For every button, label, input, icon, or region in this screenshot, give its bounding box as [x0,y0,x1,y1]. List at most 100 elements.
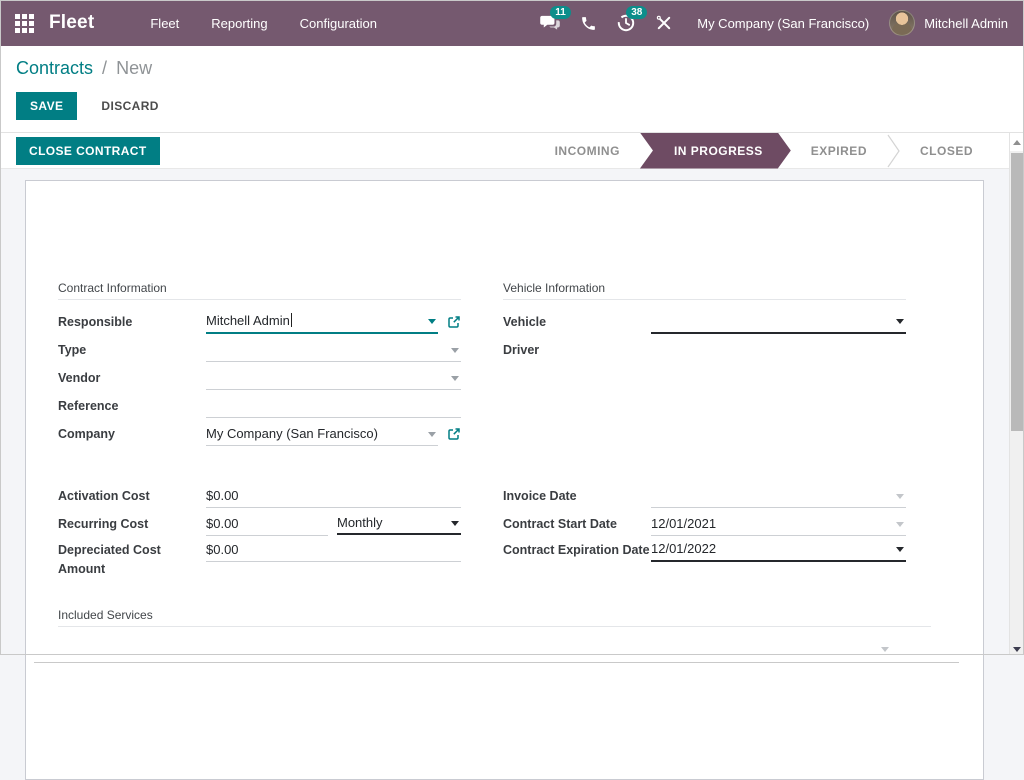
type-label: Type [58,341,206,360]
included-services-section: Included Services [26,608,983,627]
user-menu[interactable]: Mitchell Admin [924,16,1008,31]
debug-tools-button[interactable] [645,0,683,46]
field-row-activation-cost: Activation Cost [58,482,461,510]
field-row-vendor: Vendor [58,364,461,392]
company-external-link-icon[interactable] [447,427,461,441]
close-contract-button[interactable]: CLOSE CONTRACT [16,137,160,165]
driver-field[interactable] [651,338,906,362]
vendor-dropdown-caret-icon[interactable] [451,376,459,381]
stage-expired[interactable]: EXPIRED [791,133,887,169]
menu-configuration[interactable]: Configuration [284,0,393,46]
responsible-field[interactable]: Mitchell Admin [206,310,438,334]
stage-pipeline: INCOMING IN PROGRESS EXPIRED CLOSED [535,133,993,169]
company-dropdown-caret-icon[interactable] [428,432,436,437]
left-column: Contract Information Responsible Mitchel… [58,281,461,584]
field-row-depreciated-cost: Depreciated Cost Amount [58,538,461,584]
vehicle-dropdown-caret-icon[interactable] [896,319,904,324]
responsible-value[interactable]: Mitchell Admin [206,311,438,331]
contract-expiration-date-field[interactable] [651,538,906,562]
scrollbar-up-arrow-icon[interactable] [1010,133,1024,151]
navbar-left: Fleet Fleet Reporting Configuration [0,0,393,46]
discard-button[interactable]: DISCARD [95,98,164,114]
invoice-date-caret-icon[interactable] [896,494,904,499]
phone-button[interactable] [569,0,607,46]
company-field[interactable] [206,422,438,446]
depreciated-cost-field[interactable] [206,538,461,562]
responsible-label: Responsible [58,313,206,332]
scrollbar-down-arrow-icon[interactable] [1010,647,1024,652]
field-row-responsible: Responsible Mitchell Admin [58,308,461,336]
activation-cost-input[interactable] [206,486,461,506]
vehicle-field[interactable] [651,310,906,334]
messages-badge: 11 [550,6,571,19]
depreciated-cost-label: Depreciated Cost Amount [58,538,206,579]
company-switcher[interactable]: My Company (San Francisco) [697,16,869,31]
field-row-contract-start-date: Contract Start Date [503,510,906,538]
recurring-cost-field[interactable] [206,512,328,536]
contract-start-date-input[interactable] [651,514,906,534]
save-button[interactable]: SAVE [16,92,77,120]
section-title-included-services: Included Services [58,608,931,627]
form-sheet: Contract Information Responsible Mitchel… [25,180,984,780]
activities-badge: 38 [626,6,647,19]
vendor-field[interactable] [206,366,461,390]
recurring-cost-input[interactable] [206,514,328,534]
included-services-caret-icon[interactable] [881,647,889,652]
activation-cost-field[interactable] [206,484,461,508]
recurring-cost-frequency-select[interactable]: Monthly [337,513,461,535]
reference-field[interactable] [206,394,461,418]
scrollbar-thumb[interactable] [1011,153,1024,431]
phone-icon [580,15,597,32]
recurring-cost-label: Recurring Cost [58,515,206,534]
app-name: Fleet [49,12,94,34]
apps-grid-glyph [15,14,34,33]
reference-input[interactable] [206,396,461,416]
responsible-external-link-icon[interactable] [447,315,461,329]
invoice-date-input[interactable] [651,486,906,506]
navbar-right: 11 38 My Company (San Francisco) Mitche [531,0,1024,46]
driver-label: Driver [503,341,651,360]
activities-button[interactable]: 38 [607,0,645,46]
depreciated-cost-input[interactable] [206,540,461,560]
contract-start-date-caret-icon[interactable] [896,522,904,527]
form-statusbar: CLOSE CONTRACT INCOMING IN PROGRESS EXPI… [0,133,1009,169]
control-panel-buttons: SAVE DISCARD [16,92,1008,120]
text-cursor [291,313,292,327]
responsible-dropdown-caret-icon[interactable] [428,319,436,324]
stage-closed[interactable]: CLOSED [900,133,993,169]
debug-tools-icon [656,15,672,31]
breadcrumb-contracts[interactable]: Contracts [16,58,93,78]
stage-separator-icon [887,133,900,169]
invoice-date-field[interactable] [651,484,906,508]
menu-fleet[interactable]: Fleet [134,0,195,46]
frequency-dropdown-caret-icon[interactable] [451,521,459,526]
breadcrumb-current: New [116,58,152,78]
contract-start-date-label: Contract Start Date [503,515,651,534]
contract-start-date-field[interactable] [651,512,906,536]
contract-expiration-date-input[interactable] [651,539,906,559]
contract-expiration-date-caret-icon[interactable] [896,547,904,552]
apps-grid-icon[interactable] [15,13,35,33]
field-row-vehicle: Vehicle [503,308,906,336]
vendor-input[interactable] [206,368,461,388]
right-column: Vehicle Information Vehicle Driver Invoi… [503,281,906,584]
field-row-invoice-date: Invoice Date [503,482,906,510]
company-input[interactable] [206,424,438,444]
type-input[interactable] [206,340,461,360]
included-services-list[interactable] [34,637,959,663]
activation-cost-label: Activation Cost [58,487,206,506]
user-avatar[interactable] [889,10,915,36]
field-row-recurring-cost: Recurring Cost Monthly [58,510,461,538]
messages-button[interactable]: 11 [531,0,569,46]
vertical-scrollbar[interactable] [1009,133,1024,655]
type-field[interactable] [206,338,461,362]
stage-incoming[interactable]: INCOMING [535,133,640,169]
field-row-driver: Driver [503,336,906,364]
field-row-company: Company [58,420,461,448]
reference-label: Reference [58,397,206,416]
type-dropdown-caret-icon[interactable] [451,348,459,353]
menu-reporting[interactable]: Reporting [195,0,283,46]
vehicle-input[interactable] [651,311,906,331]
stage-in-progress[interactable]: IN PROGRESS [640,133,791,169]
vehicle-label: Vehicle [503,313,651,332]
